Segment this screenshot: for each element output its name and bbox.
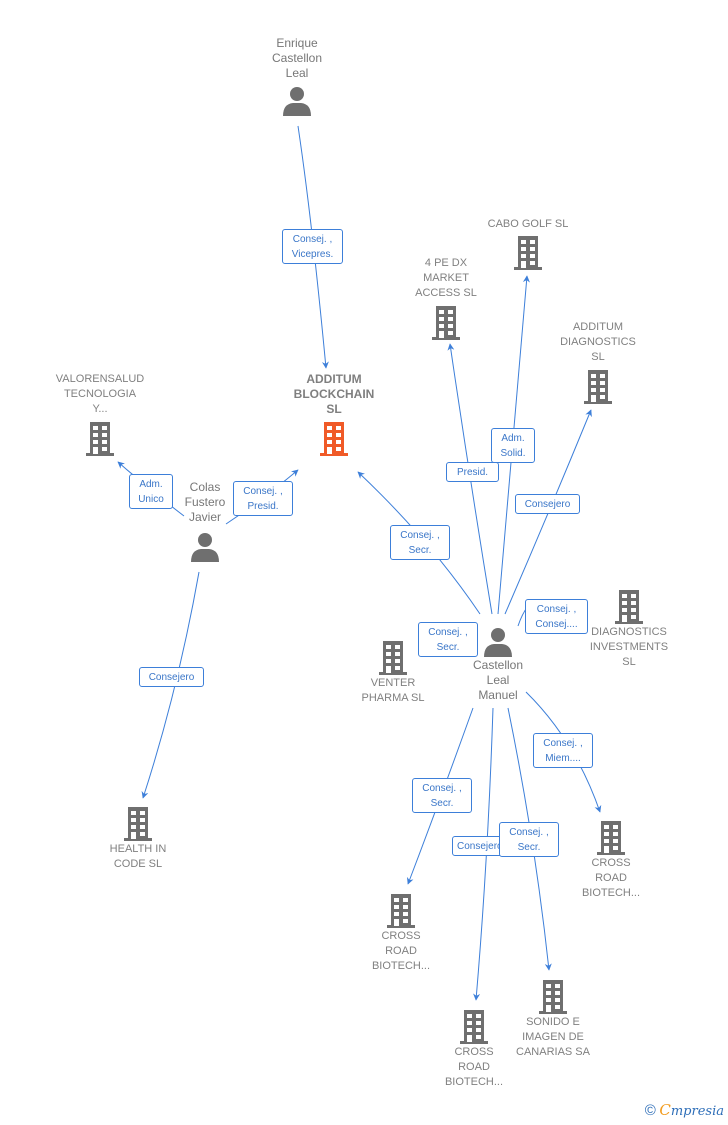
edge-label[interactable]: Consejero (515, 494, 580, 514)
node-label: SONIDO E IMAGEN DE CANARIAS SA (516, 1016, 590, 1058)
empresia-logo[interactable]: © Cmpresia (645, 1101, 724, 1119)
node-label: ADDITUM BLOCKCHAIN SL (293, 372, 375, 416)
building-icon (320, 422, 348, 456)
building-icon (514, 236, 542, 270)
node-colas-fustero-javier[interactable]: Colas Fustero Javier (170, 480, 240, 563)
building-icon (432, 306, 460, 340)
node-cross-road-biotech-2[interactable]: CROSS ROAD BIOTECH... (431, 1009, 517, 1090)
edge-label[interactable]: Consej. , Presid. (233, 481, 293, 516)
edge-label[interactable]: Consej. , Miem.... (533, 733, 593, 768)
node-sonido-imagen-canarias[interactable]: SONIDO E IMAGEN DE CANARIAS SA (506, 979, 600, 1060)
node-label: Enrique Castellon Leal (271, 36, 323, 80)
edge-label[interactable]: Consej. , Vicepres. (282, 229, 343, 264)
node-label: CROSS ROAD BIOTECH... (444, 1046, 504, 1088)
building-icon (387, 894, 415, 928)
node-enrique-castellon-leal[interactable]: Enrique Castellon Leal (252, 36, 342, 117)
node-label: Castellon Leal Manuel (472, 658, 524, 702)
node-valorensalud[interactable]: VALORENSALUD TECNOLOGIA Y... (44, 372, 156, 457)
edge-label[interactable]: Adm. Solid. (491, 428, 535, 463)
building-icon (597, 821, 625, 855)
node-cross-road-biotech-3[interactable]: CROSS ROAD BIOTECH... (568, 820, 654, 901)
node-diagnostics-investments[interactable]: DIAGNOSTICS INVESTMENTS SL (583, 589, 675, 670)
building-icon (379, 641, 407, 675)
edge-label[interactable]: Adm. Unico (129, 474, 173, 509)
building-icon (124, 807, 152, 841)
node-4-pe-dx[interactable]: 4 PE DX MARKET ACCESS SL (400, 256, 492, 341)
edge-label[interactable]: Consej. , Secr. (499, 822, 559, 857)
node-label: VENTER PHARMA SL (361, 677, 425, 704)
edge-label[interactable]: Consej. , Secr. (418, 622, 478, 657)
node-cabo-golf[interactable]: CABO GOLF SL (478, 217, 578, 271)
node-label: CROSS ROAD BIOTECH... (581, 857, 641, 899)
node-label: 4 PE DX MARKET ACCESS SL (415, 257, 477, 299)
node-health-in-code[interactable]: HEALTH IN CODE SL (95, 806, 181, 872)
building-icon (539, 980, 567, 1014)
brand-initial: C (659, 1101, 671, 1119)
node-label: ADDITUM DIAGNOSTICS SL (560, 321, 636, 363)
building-icon (584, 370, 612, 404)
building-icon (86, 422, 114, 456)
node-cross-road-biotech-1[interactable]: CROSS ROAD BIOTECH... (358, 893, 444, 974)
node-label: CABO GOLF SL (487, 218, 569, 230)
node-additum-diagnostics[interactable]: ADDITUM DIAGNOSTICS SL (552, 320, 644, 405)
edge-label[interactable]: Presid. (446, 462, 499, 482)
person-icon (484, 628, 512, 657)
copyright-icon: © (644, 1102, 656, 1119)
building-icon (615, 590, 643, 624)
person-icon (191, 533, 219, 562)
edge-label[interactable]: Consej. , Secr. (390, 525, 450, 560)
edge-label[interactable]: Consej. , Secr. (412, 778, 472, 813)
edge-label[interactable]: Consej. , Consej.... (525, 599, 588, 634)
building-icon (460, 1010, 488, 1044)
node-label: CROSS ROAD BIOTECH... (371, 930, 431, 972)
node-additum-blockchain[interactable]: ADDITUM BLOCKCHAIN SL (284, 372, 384, 457)
node-label: HEALTH IN CODE SL (109, 843, 167, 870)
person-icon (283, 87, 311, 116)
node-label: Colas Fustero Javier (184, 480, 226, 524)
edge-label[interactable]: Consejero (139, 667, 204, 687)
node-label: VALORENSALUD TECNOLOGIA Y... (55, 373, 145, 415)
node-label: DIAGNOSTICS INVESTMENTS SL (589, 626, 669, 668)
brand-name: mpresia (670, 1104, 724, 1119)
